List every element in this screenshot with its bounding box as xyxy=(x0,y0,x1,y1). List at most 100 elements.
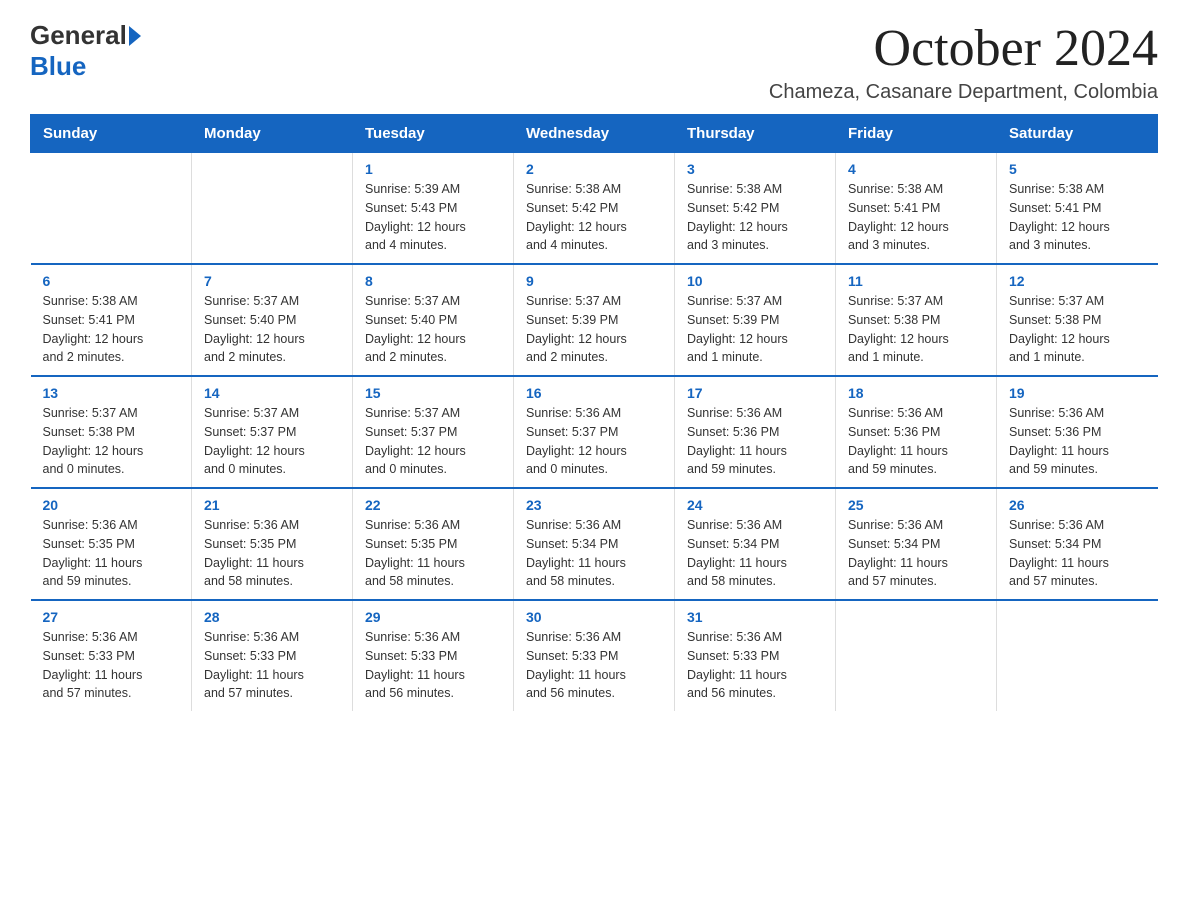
calendar-day-cell xyxy=(997,600,1158,711)
logo: General Blue xyxy=(30,20,141,82)
calendar-day-cell: 28 Sunrise: 5:36 AMSunset: 5:33 PMDayligh… xyxy=(192,600,353,711)
day-info: Sunrise: 5:37 AMSunset: 5:40 PMDaylight:… xyxy=(204,292,340,367)
day-info: Sunrise: 5:36 AMSunset: 5:33 PMDaylight:… xyxy=(204,628,340,703)
day-info: Sunrise: 5:37 AMSunset: 5:39 PMDaylight:… xyxy=(687,292,823,367)
calendar-day-cell: 17 Sunrise: 5:36 AMSunset: 5:36 PMDayligh… xyxy=(675,376,836,488)
day-number: 19 xyxy=(1009,385,1146,401)
day-info: Sunrise: 5:39 AMSunset: 5:43 PMDaylight:… xyxy=(365,180,501,255)
day-number: 3 xyxy=(687,161,823,177)
calendar-day-cell: 25 Sunrise: 5:36 AMSunset: 5:34 PMDayligh… xyxy=(836,488,997,600)
calendar-day-cell: 8 Sunrise: 5:37 AMSunset: 5:40 PMDaylight… xyxy=(353,264,514,376)
day-info: Sunrise: 5:36 AMSunset: 5:37 PMDaylight:… xyxy=(526,404,662,479)
day-info: Sunrise: 5:37 AMSunset: 5:38 PMDaylight:… xyxy=(1009,292,1146,367)
calendar-day-cell: 23Sunrise: 5:36 AMSunset: 5:34 PMDayligh… xyxy=(514,488,675,600)
calendar-day-cell xyxy=(836,600,997,711)
calendar-day-header: Saturday xyxy=(997,115,1158,153)
calendar-week-row: 1 Sunrise: 5:39 AMSunset: 5:43 PMDaylight… xyxy=(31,153,1158,265)
day-number: 29 xyxy=(365,609,501,625)
calendar-day-cell: 2Sunrise: 5:38 AMSunset: 5:42 PMDaylight… xyxy=(514,153,675,265)
day-info: Sunrise: 5:37 AMSunset: 5:38 PMDaylight:… xyxy=(43,404,180,479)
logo-blue-text: Blue xyxy=(30,51,86,82)
calendar-day-cell: 6 Sunrise: 5:38 AMSunset: 5:41 PMDaylight… xyxy=(31,264,192,376)
calendar-day-cell: 14Sunrise: 5:37 AMSunset: 5:37 PMDayligh… xyxy=(192,376,353,488)
day-number: 14 xyxy=(204,385,340,401)
day-info: Sunrise: 5:36 AMSunset: 5:34 PMDaylight:… xyxy=(1009,516,1146,591)
calendar-day-cell: 10Sunrise: 5:37 AMSunset: 5:39 PMDayligh… xyxy=(675,264,836,376)
day-number: 7 xyxy=(204,273,340,289)
day-info: Sunrise: 5:36 AMSunset: 5:36 PMDaylight:… xyxy=(848,404,984,479)
logo-general-text: General xyxy=(30,20,127,51)
day-number: 20 xyxy=(43,497,180,513)
day-info: Sunrise: 5:36 AMSunset: 5:33 PMDaylight:… xyxy=(687,628,823,703)
calendar-day-cell: 7 Sunrise: 5:37 AMSunset: 5:40 PMDaylight… xyxy=(192,264,353,376)
day-info: Sunrise: 5:36 AMSunset: 5:34 PMDaylight:… xyxy=(848,516,984,591)
day-number: 12 xyxy=(1009,273,1146,289)
day-number: 24 xyxy=(687,497,823,513)
calendar-day-cell: 12 Sunrise: 5:37 AMSunset: 5:38 PMDayligh… xyxy=(997,264,1158,376)
day-info: Sunrise: 5:36 AMSunset: 5:35 PMDaylight:… xyxy=(204,516,340,591)
calendar-day-cell: 27 Sunrise: 5:36 AMSunset: 5:33 PMDayligh… xyxy=(31,600,192,711)
calendar-day-cell: 5 Sunrise: 5:38 AMSunset: 5:41 PMDaylight… xyxy=(997,153,1158,265)
calendar-week-row: 27 Sunrise: 5:36 AMSunset: 5:33 PMDayligh… xyxy=(31,600,1158,711)
day-info: Sunrise: 5:38 AMSunset: 5:41 PMDaylight:… xyxy=(1009,180,1146,255)
day-number: 16 xyxy=(526,385,662,401)
day-number: 31 xyxy=(687,609,823,625)
title-block: October 2024 Chameza, Casanare Departmen… xyxy=(769,20,1158,104)
month-title: October 2024 xyxy=(769,20,1158,77)
calendar-day-cell: 4Sunrise: 5:38 AMSunset: 5:41 PMDaylight… xyxy=(836,153,997,265)
day-number: 21 xyxy=(204,497,340,513)
day-number: 13 xyxy=(43,385,180,401)
day-number: 22 xyxy=(365,497,501,513)
calendar-day-cell xyxy=(31,153,192,265)
day-info: Sunrise: 5:37 AMSunset: 5:37 PMDaylight:… xyxy=(365,404,501,479)
calendar-day-header: Monday xyxy=(192,115,353,153)
day-info: Sunrise: 5:37 AMSunset: 5:38 PMDaylight:… xyxy=(848,292,984,367)
day-number: 1 xyxy=(365,161,501,177)
day-number: 18 xyxy=(848,385,984,401)
location-title: Chameza, Casanare Department, Colombia xyxy=(769,81,1158,104)
calendar-day-cell: 31 Sunrise: 5:36 AMSunset: 5:33 PMDayligh… xyxy=(675,600,836,711)
day-info: Sunrise: 5:36 AMSunset: 5:33 PMDaylight:… xyxy=(43,628,180,703)
day-number: 28 xyxy=(204,609,340,625)
day-info: Sunrise: 5:36 AMSunset: 5:34 PMDaylight:… xyxy=(687,516,823,591)
logo-triangle-icon xyxy=(129,26,141,46)
day-number: 17 xyxy=(687,385,823,401)
calendar-day-header: Thursday xyxy=(675,115,836,153)
calendar-day-cell: 24 Sunrise: 5:36 AMSunset: 5:34 PMDayligh… xyxy=(675,488,836,600)
day-info: Sunrise: 5:36 AMSunset: 5:36 PMDaylight:… xyxy=(687,404,823,479)
calendar-week-row: 20 Sunrise: 5:36 AMSunset: 5:35 PMDayligh… xyxy=(31,488,1158,600)
calendar-day-cell: 18 Sunrise: 5:36 AMSunset: 5:36 PMDayligh… xyxy=(836,376,997,488)
day-info: Sunrise: 5:36 AMSunset: 5:33 PMDaylight:… xyxy=(365,628,501,703)
day-number: 8 xyxy=(365,273,501,289)
day-info: Sunrise: 5:36 AMSunset: 5:35 PMDaylight:… xyxy=(365,516,501,591)
calendar-day-cell: 9Sunrise: 5:37 AMSunset: 5:39 PMDaylight… xyxy=(514,264,675,376)
calendar-day-header: Wednesday xyxy=(514,115,675,153)
calendar-day-header: Friday xyxy=(836,115,997,153)
calendar-day-cell xyxy=(192,153,353,265)
calendar-day-cell: 21 Sunrise: 5:36 AMSunset: 5:35 PMDayligh… xyxy=(192,488,353,600)
calendar-week-row: 6 Sunrise: 5:38 AMSunset: 5:41 PMDaylight… xyxy=(31,264,1158,376)
day-number: 2 xyxy=(526,161,662,177)
calendar-week-row: 13 Sunrise: 5:37 AMSunset: 5:38 PMDayligh… xyxy=(31,376,1158,488)
day-number: 6 xyxy=(43,273,180,289)
day-info: Sunrise: 5:38 AMSunset: 5:41 PMDaylight:… xyxy=(43,292,180,367)
calendar-day-cell: 3 Sunrise: 5:38 AMSunset: 5:42 PMDaylight… xyxy=(675,153,836,265)
day-info: Sunrise: 5:38 AMSunset: 5:42 PMDaylight:… xyxy=(687,180,823,255)
day-info: Sunrise: 5:37 AMSunset: 5:40 PMDaylight:… xyxy=(365,292,501,367)
day-number: 9 xyxy=(526,273,662,289)
calendar-day-cell: 15 Sunrise: 5:37 AMSunset: 5:37 PMDayligh… xyxy=(353,376,514,488)
day-info: Sunrise: 5:36 AMSunset: 5:36 PMDaylight:… xyxy=(1009,404,1146,479)
day-number: 27 xyxy=(43,609,180,625)
day-number: 11 xyxy=(848,273,984,289)
day-number: 26 xyxy=(1009,497,1146,513)
day-number: 23 xyxy=(526,497,662,513)
day-number: 15 xyxy=(365,385,501,401)
calendar-day-cell: 20Sunrise: 5:36 AMSunset: 5:35 PMDayligh… xyxy=(31,488,192,600)
calendar-day-cell: 26 Sunrise: 5:36 AMSunset: 5:34 PMDayligh… xyxy=(997,488,1158,600)
day-number: 25 xyxy=(848,497,984,513)
page-header: General Blue October 2024 Chameza, Casan… xyxy=(30,20,1158,104)
calendar-day-cell: 29 Sunrise: 5:36 AMSunset: 5:33 PMDayligh… xyxy=(353,600,514,711)
calendar-day-cell: 11 Sunrise: 5:37 AMSunset: 5:38 PMDayligh… xyxy=(836,264,997,376)
calendar-day-header: Sunday xyxy=(31,115,192,153)
day-number: 5 xyxy=(1009,161,1146,177)
